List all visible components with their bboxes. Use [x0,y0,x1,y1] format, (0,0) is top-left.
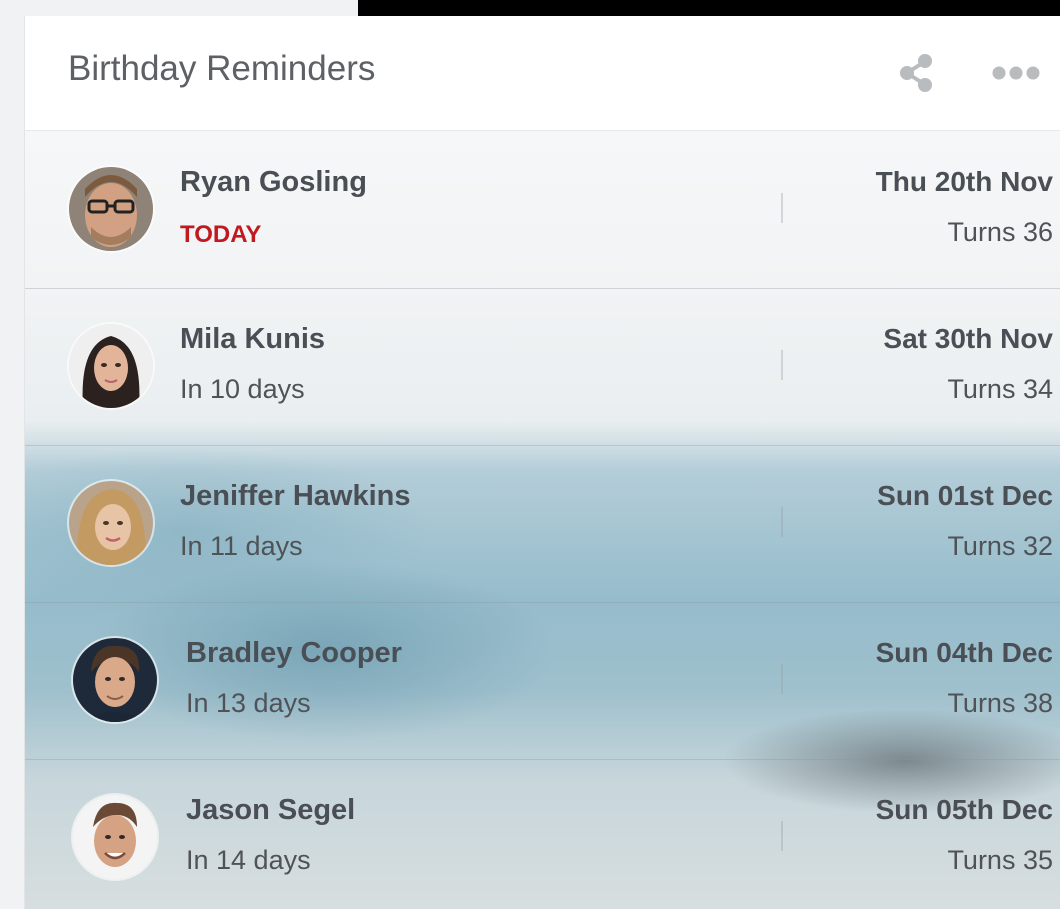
share-icon [900,54,932,92]
person-name: Mila Kunis [180,323,326,355]
age-turning: Turns 35 [947,845,1053,875]
more-horizontal-icon [992,66,1040,80]
birthday-countdown: TODAY [180,221,262,248]
age-turning: Turns 34 [947,374,1053,404]
birthday-date: Sun 01st Dec [877,480,1053,511]
avatar [69,481,153,565]
avatar [73,638,157,722]
row-divider [781,821,783,851]
reminder-row[interactable]: Jeniffer Hawkins In 11 days Sun 01st Dec… [25,445,1060,603]
row-divider [781,193,783,223]
age-turning: Turns 32 [947,531,1053,561]
row-divider [781,507,783,537]
reminder-row[interactable]: Ryan Gosling TODAY Thu 20th Nov Turns 36 [25,131,1060,289]
person-name: Jason Segel [186,794,356,826]
row-divider [781,664,783,694]
age-turning: Turns 38 [947,688,1053,718]
reminder-row[interactable]: Mila Kunis In 10 days Sat 30th Nov Turns… [25,288,1060,446]
birthday-date: Sun 04th Dec [875,637,1053,668]
birthday-countdown: In 14 days [186,845,311,875]
person-name: Ryan Gosling [180,166,367,198]
birthday-countdown: In 11 days [180,531,303,561]
avatar [73,795,157,879]
avatar [69,324,153,408]
age-turning: Turns 36 [947,217,1053,247]
reminder-list: Ryan Gosling TODAY Thu 20th Nov Turns 36… [25,131,1060,909]
birthday-date: Sat 30th Nov [883,323,1053,354]
top-black-bar [358,0,1060,16]
more-options-button[interactable] [989,62,1053,84]
widget-title: Birthday Reminders [68,49,376,88]
birthday-reminders-widget: Birthday Reminders Ryan Gosling TODAY Th… [24,16,1060,909]
person-name: Jeniffer Hawkins [180,480,411,512]
widget-header: Birthday Reminders [25,16,1060,131]
birthday-date: Thu 20th Nov [875,166,1053,197]
birthday-countdown: In 13 days [186,688,311,718]
avatar [69,167,153,251]
birthday-date: Sun 05th Dec [875,794,1053,825]
reminder-row[interactable]: Jason Segel In 14 days Sun 05th Dec Turn… [25,759,1060,909]
birthday-countdown: In 10 days [180,374,305,404]
row-divider [781,350,783,380]
reminder-row[interactable]: Bradley Cooper In 13 days Sun 04th Dec T… [25,602,1060,760]
person-name: Bradley Cooper [186,637,402,669]
share-button[interactable] [897,54,937,92]
